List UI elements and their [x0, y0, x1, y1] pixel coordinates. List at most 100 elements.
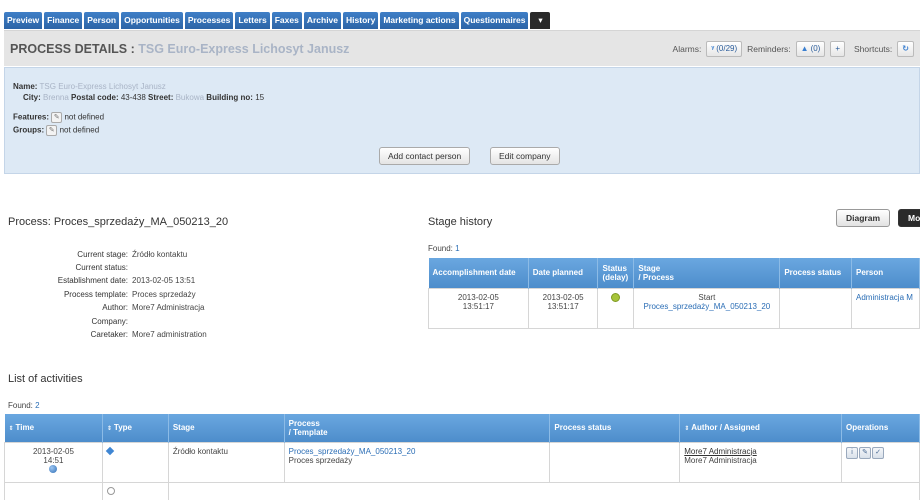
tabs: Preview Finance Person Opportunities Process… [4, 12, 551, 29]
edit-icon[interactable]: ✎ [859, 446, 872, 459]
alarms-label: Alarms: [672, 44, 702, 54]
tab-history[interactable]: History [343, 12, 379, 29]
diagram-button[interactable]: Diagram [836, 209, 891, 227]
found-count: 2 [35, 401, 40, 410]
author-link[interactable]: More7 Administracja [684, 447, 837, 456]
features-row: Features: ✎ not defined [13, 112, 104, 123]
tab-processes[interactable]: Processes [184, 12, 234, 29]
found-label: Found: [8, 401, 33, 410]
add-contact-person-button[interactable]: Add contact person [379, 147, 471, 165]
col-time[interactable]: ⇕ Time [4, 414, 103, 442]
check-icon[interactable]: ✓ [872, 446, 885, 459]
tab-letters[interactable]: Letters [235, 12, 270, 29]
reminders-label: Reminders: [747, 44, 791, 54]
process-field-value: 2013-02-05 13:51 [132, 276, 196, 285]
col-operations: Operations [841, 414, 920, 442]
stage-table-header: Accomplishment date Date planned Status … [428, 258, 920, 288]
col-author-assigned[interactable]: ⇕ Author / Assigned [679, 414, 843, 442]
groups-row: Groups: ✎ not defined [13, 125, 99, 136]
process-field: Company: [8, 317, 132, 326]
col-type-label: Type [113, 423, 132, 433]
type-cell [101, 441, 169, 483]
process-link[interactable]: Proces_sprzedaży_MA_050213_20 [638, 302, 775, 311]
col-accomplishment-date[interactable]: Accomplishment date [428, 258, 529, 288]
process-field-label: Author: [102, 303, 128, 312]
add-reminder-button[interactable]: + [830, 41, 846, 57]
tab-faxes[interactable]: Faxes [271, 12, 302, 29]
col-stage-process[interactable]: Stage / Process [633, 258, 781, 288]
operations-cell: i ✎ ✓ [841, 441, 920, 483]
features-value: not defined [64, 112, 105, 122]
assigned-name: More7 Administracja [684, 455, 757, 465]
groups-value: not defined [59, 125, 100, 135]
edit-groups-icon[interactable]: ✎ [46, 125, 58, 136]
tabs-more-dropdown[interactable]: ▾ [530, 12, 551, 29]
empty-cell [4, 481, 103, 500]
title-company: TSG Euro-Express Lichosyt Janusz [138, 42, 350, 56]
col-date-planned[interactable]: Date planned [528, 258, 599, 288]
process-field: Author: More7 Administracja [8, 303, 204, 312]
alarms-value: (0/29) [716, 44, 738, 53]
reminders-value: (0) [810, 44, 821, 53]
col-time-label: Time [15, 423, 35, 433]
company-panel: Name: TSG Euro-Express Lichosyt Janusz C… [4, 67, 920, 174]
activities-found: Found: 2 [8, 401, 40, 410]
activity-process-link[interactable]: Proces_sprzedaży_MA_050213_20 [289, 447, 546, 456]
col-process-status[interactable]: Process status [549, 414, 681, 442]
tab-questionnaires[interactable]: Questionnaires [460, 12, 529, 29]
postal-value: 43-438 [120, 93, 146, 102]
tab-marketing-actions[interactable]: Marketing actions [380, 12, 459, 29]
page-title: PROCESS DETAILS : TSG Euro-Express Licho… [10, 42, 349, 56]
tab-finance[interactable]: Finance [44, 12, 83, 29]
info-icon[interactable]: i [846, 446, 859, 459]
building-label: Building no: [206, 93, 253, 102]
process-template-cell: Proces_sprzedaży_MA_050213_20 Proces spr… [283, 441, 551, 483]
sort-icon: ⇕ [106, 426, 112, 433]
edit-features-icon[interactable]: ✎ [51, 112, 63, 123]
stage-found: Found: 1 [428, 244, 460, 253]
found-count: 1 [455, 244, 460, 253]
city-label: City: [23, 93, 41, 102]
table-row: 2013-02-05 14:51 Źródło kontaktu Proces_… [4, 441, 920, 483]
process-field-label: Caretaker: [90, 330, 128, 339]
tab-person[interactable]: Person [84, 12, 120, 29]
process-field-label: Establishment date: [57, 276, 128, 285]
stage-history-table: Accomplishment date Date planned Status … [428, 258, 920, 329]
street-label: Street: [148, 93, 174, 102]
time-cell: 2013-02-05 14:51 [4, 441, 103, 483]
tab-preview[interactable]: Preview [4, 12, 43, 29]
activity-process-status [549, 441, 681, 483]
process-field: Process template: Proces sprzedaży [8, 290, 196, 299]
activity-stage: Źródło kontaktu [167, 441, 285, 483]
col-process-status[interactable]: Process status [779, 258, 852, 288]
col-stage[interactable]: Stage [168, 414, 285, 442]
activity-template: Proces sprzedaży [288, 455, 353, 465]
tab-archive[interactable]: Archive [303, 12, 342, 29]
col-status-delay[interactable]: Status (delay) [597, 258, 635, 288]
tab-bar: Preview Finance Person Opportunities Process… [0, 0, 920, 30]
tab-opportunities[interactable]: Opportunities [121, 12, 183, 29]
name-value: TSG Euro-Express Lichosyt Janusz [39, 82, 166, 91]
process-field-label: Current stage: [77, 250, 128, 259]
activities-table-header: ⇕ Time ⇕ Type Stage Process / Template Pro… [4, 414, 920, 442]
stage-process-cell: Start Proces_sprzedaży_MA_050213_20 [633, 287, 781, 329]
activities-title: List of activities [8, 373, 83, 385]
reminders-button[interactable]: ▲ (0) [795, 41, 826, 57]
edit-company-button[interactable]: Edit company [490, 147, 560, 165]
person-link[interactable]: Administracja M [851, 287, 920, 329]
features-label: Features: [13, 112, 50, 122]
activities-table: ⇕ Time ⇕ Type Stage Process / Template Pro… [4, 414, 920, 500]
process-field: Establishment date: 2013-02-05 13:51 [8, 276, 195, 285]
col-type[interactable]: ⇕ Type [102, 414, 169, 442]
col-person[interactable]: Person [851, 258, 920, 288]
more-button[interactable]: More [898, 209, 920, 227]
col-process-template[interactable]: Process / Template [284, 414, 551, 442]
alarms-button[interactable]: ᵞ (0/29) [706, 41, 743, 57]
shortcuts-label: Shortcuts: [854, 44, 893, 54]
header-tools: Alarms: ᵞ (0/29) Reminders: ▲ (0) + Shortc… [673, 41, 914, 57]
city-value: Brenna [43, 93, 69, 102]
process-field: Caretaker: More7 administration [8, 330, 207, 339]
process-field-value: Źródło kontaktu [132, 250, 188, 259]
activity-time: 2013-02-05 14:51 [32, 446, 74, 465]
shortcuts-button[interactable]: ↻ [897, 41, 914, 57]
